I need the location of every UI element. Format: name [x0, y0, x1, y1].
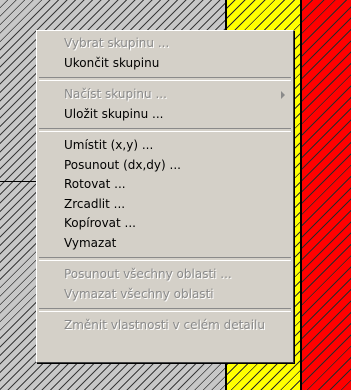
- menu-item-copy[interactable]: Kopírovat ...: [37, 214, 293, 234]
- context-menu: Vybrat skupinu ... Ukončit skupinu Načís…: [36, 30, 294, 363]
- menu-item-select-group[interactable]: Vybrat skupinu ...: [37, 34, 293, 54]
- menu-item-label: Posunout (dx,dy) ...: [64, 157, 181, 172]
- menu-item-save-group[interactable]: Uložit skupinu ...: [37, 105, 293, 125]
- drawing-line: [0, 181, 36, 182]
- menu-item-load-group[interactable]: Načíst skupinu ...: [37, 85, 293, 105]
- menu-item-place[interactable]: Umístit (x,y) ...: [37, 136, 293, 156]
- menu-separator: [39, 308, 291, 312]
- menu-item-label: Rotovat ...: [64, 177, 126, 191]
- menu-item-label: Vymazat: [64, 235, 117, 250]
- menu-item-label: Posunout všechny oblasti ...: [64, 267, 232, 281]
- menu-item-label: Vybrat skupinu ...: [64, 36, 170, 50]
- submenu-arrow-icon: [281, 91, 285, 99]
- menu-item-change-properties[interactable]: Změnit vlastnosti v celém detailu: [37, 316, 293, 336]
- menu-item-label: Uložit skupinu ...: [64, 106, 164, 121]
- menu-item-label: Umístit (x,y) ...: [64, 138, 154, 152]
- menu-item-move[interactable]: Posunout (dx,dy) ...: [37, 156, 293, 176]
- menu-item-end-group[interactable]: Ukončit skupinu: [37, 54, 293, 74]
- menu-item-move-all-regions[interactable]: Posunout všechny oblasti ...: [37, 265, 293, 285]
- menu-item-delete[interactable]: Vymazat: [37, 234, 293, 254]
- menu-item-label: Ukončit skupinu: [64, 55, 160, 70]
- menu-item-label: Změnit vlastnosti v celém detailu: [64, 318, 265, 332]
- menu-item-mirror[interactable]: Zrcadlit ...: [37, 195, 293, 215]
- menu-separator: [39, 128, 291, 132]
- menu-item-label: Načíst skupinu ...: [64, 87, 167, 101]
- menu-item-label: Vymazat všechny oblasti: [64, 286, 214, 301]
- menu-item-label: Kopírovat ...: [64, 216, 136, 230]
- menu-separator: [39, 77, 291, 81]
- menu-item-rotate[interactable]: Rotovat ...: [37, 175, 293, 195]
- menu-item-label: Zrcadlit ...: [64, 196, 126, 211]
- menu-item-delete-all-regions[interactable]: Vymazat všechny oblasti: [37, 285, 293, 305]
- menu-separator: [39, 257, 291, 261]
- red-hatched-region: [302, 0, 351, 390]
- region-boundary-line: [300, 0, 302, 390]
